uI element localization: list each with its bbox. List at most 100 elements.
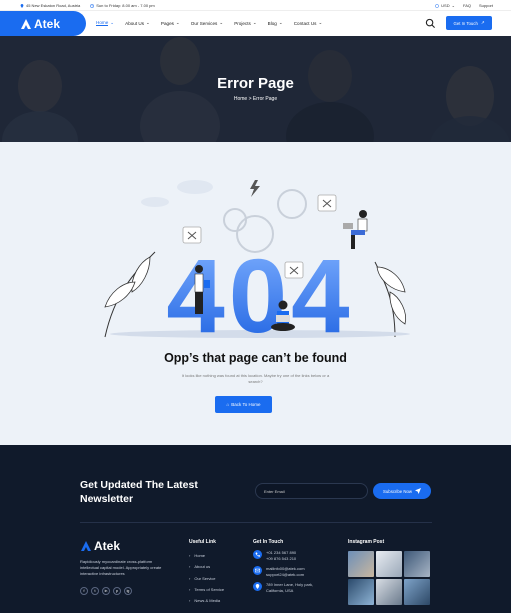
contact-phone: +01 234 567 890 +09 876 543 210 <box>253 550 313 561</box>
linkedin-icon[interactable]: in <box>102 587 110 595</box>
clock-icon <box>90 3 95 8</box>
nav-label: Projects <box>234 20 251 26</box>
phone-2[interactable]: +09 876 543 210 <box>266 556 296 562</box>
chevron-down-icon: ⌄ <box>110 20 115 25</box>
address-text: 45 New Eskaton Road, Austria <box>26 3 81 8</box>
location-pin-icon <box>20 3 24 8</box>
arrow-up-right-icon: ↗ <box>480 20 485 25</box>
chevron-right-icon: › <box>189 587 191 593</box>
instagram-photo[interactable] <box>348 579 374 605</box>
footer-logo[interactable]: Atek <box>80 539 120 553</box>
nav-label: Home <box>96 20 109 26</box>
currency-select[interactable]: USD ⌄ <box>435 3 455 8</box>
subscribe-label: Subscribe Now <box>383 488 412 494</box>
chevron-down-icon: ⌄ <box>278 20 283 25</box>
hours-item: Sun to Friday: 8.00 am - 7.00 pm <box>90 3 155 8</box>
send-icon <box>414 488 421 494</box>
chevron-down-icon: ⌄ <box>318 20 323 25</box>
breadcrumb-separator: > <box>248 96 252 102</box>
site-footer: Get Updated The Latest Newsletter Enter … <box>0 445 511 613</box>
newsletter-title: Get Updated The Latest Newsletter <box>80 479 198 505</box>
email-2[interactable]: support24@atek.com <box>266 572 305 578</box>
error-heading: Opp’s that page can’t be found <box>164 351 347 365</box>
footer-logo-text: Atek <box>94 539 121 553</box>
search-icon[interactable] <box>425 18 436 29</box>
chevron-down-icon: ⌄ <box>451 3 455 8</box>
location-pin-icon <box>253 582 262 591</box>
email-1[interactable]: mailinfo00@atek.com <box>266 566 305 572</box>
instagram-photo[interactable] <box>376 551 402 577</box>
nav-item-blog[interactable]: Blog ⌄ <box>268 20 283 26</box>
nav-label: Contact Us <box>293 20 317 26</box>
instagram-photo[interactable] <box>348 551 374 577</box>
footer-link-label: About us <box>194 564 211 570</box>
top-info-bar: 45 New Eskaton Road, Austria Sun to Frid… <box>0 0 511 11</box>
support-link[interactable]: Support <box>479 3 493 8</box>
get-in-touch-button[interactable]: Get In Touch ↗ <box>446 16 492 30</box>
nav-item-pages[interactable]: Pages ⌄ <box>161 20 180 26</box>
nav-label: Our Services <box>190 20 218 26</box>
instagram-photo[interactable] <box>404 579 430 605</box>
useful-links-title: Useful Link <box>189 539 216 545</box>
globe-icon <box>435 3 439 8</box>
nav-item-projects[interactable]: Projects ⌄ <box>234 20 256 26</box>
page-banner: Error Page Home > Error Page <box>0 36 511 142</box>
twitter-icon[interactable]: t <box>91 587 99 595</box>
newsletter-email-input[interactable]: Enter Email <box>255 483 368 499</box>
facebook-icon[interactable]: f <box>80 587 88 595</box>
logo-mark-icon <box>81 541 91 551</box>
logo-text: Atek <box>34 16 61 31</box>
breadcrumb-current: Error Page <box>252 96 278 102</box>
back-to-home-button[interactable]: ⌂ Back To Home <box>215 396 272 413</box>
subscribe-button[interactable]: Subscribe Now <box>373 483 431 499</box>
footer-about-text: Rapidiously myocardinate cross-platform … <box>80 559 162 576</box>
instagram-photo[interactable] <box>376 579 402 605</box>
address-item: 45 New Eskaton Road, Austria <box>20 3 80 8</box>
back-to-home-label: Back To Home <box>231 402 261 407</box>
breadcrumb-home[interactable]: Home <box>234 96 247 102</box>
chevron-right-icon: › <box>189 575 191 581</box>
nav-item-services[interactable]: Our Services ⌄ <box>191 20 223 26</box>
footer-link-home[interactable]: › Home <box>189 550 224 561</box>
get-in-touch-title: Get In Touch <box>253 539 284 545</box>
404-illustration: 404 <box>104 180 410 342</box>
logo-mark-icon <box>21 18 31 29</box>
logo[interactable]: Atek <box>0 11 86 36</box>
nav-item-contact[interactable]: Contact Us ⌄ <box>294 20 323 26</box>
error-message: It looks like nothing was found at this … <box>181 373 330 384</box>
cta-label: Get In Touch <box>453 20 478 26</box>
chevron-down-icon: ⌄ <box>252 20 257 25</box>
footer-link-about[interactable]: › About us <box>189 561 224 572</box>
mail-icon <box>253 566 262 575</box>
instagram-photo[interactable] <box>404 551 430 577</box>
currency-label: USD <box>441 3 450 8</box>
instagram-icon[interactable]: ig <box>124 587 132 595</box>
social-links: f t in p ig <box>80 587 132 595</box>
chevron-down-icon: ⌄ <box>175 20 180 25</box>
nav-item-home[interactable]: Home ⌄ <box>96 20 114 26</box>
error-section: 404 Opp’s that page can’t be found It lo… <box>0 142 511 445</box>
chevron-down-icon: ⌄ <box>219 20 224 25</box>
footer-link-service[interactable]: › Our Service <box>189 573 224 584</box>
phone-1[interactable]: +01 234 567 890 <box>266 550 296 556</box>
footer-link-news[interactable]: › News & Media <box>189 595 224 606</box>
nav-label: About Us <box>125 20 145 26</box>
nav-label: Pages <box>160 20 174 26</box>
address-line-1: 789 Inner Lane, Holy park, <box>266 582 314 587</box>
footer-link-label: Our Service <box>194 575 216 581</box>
pinterest-icon[interactable]: p <box>113 587 121 595</box>
footer-link-terms[interactable]: › Terms of Service <box>189 584 224 595</box>
phone-icon <box>253 550 262 559</box>
main-nav: Home ⌄ About Us ⌄ Pages ⌄ Our Services ⌄ Pro… <box>96 20 322 26</box>
faq-link[interactable]: FAQ <box>463 3 471 8</box>
hours-text: Sun to Friday: 8.00 am - 7.00 pm <box>96 3 155 8</box>
home-icon: ⌂ <box>226 402 230 407</box>
nav-label: Blog <box>267 20 277 26</box>
breadcrumb: Home > Error Page <box>0 96 511 102</box>
site-header: Atek Home ⌄ About Us ⌄ Pages ⌄ Our Services… <box>0 11 511 36</box>
footer-divider <box>80 522 432 523</box>
contact-list: +01 234 567 890 +09 876 543 210 mailinfo0… <box>253 550 313 598</box>
nav-item-about[interactable]: About Us ⌄ <box>125 20 150 26</box>
contact-address: 789 Inner Lane, Holy park, California, US… <box>253 582 313 593</box>
page-title: Error Page <box>217 75 294 92</box>
